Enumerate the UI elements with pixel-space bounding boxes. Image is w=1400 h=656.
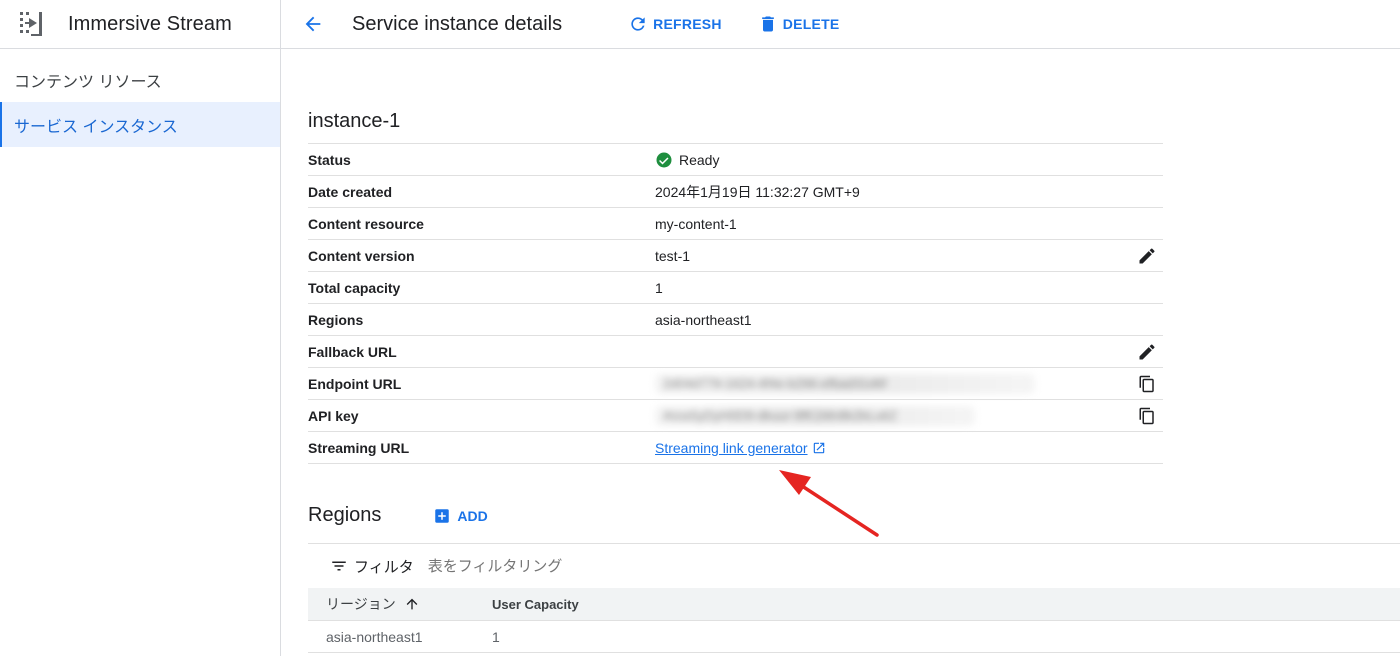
detail-label: Streaming URL — [308, 439, 410, 456]
endpoint-url-value: 2d04d779-1624-4f4e-b296-efbad31d6f — [655, 373, 1035, 394]
pencil-icon — [1139, 248, 1155, 264]
detail-label: Content resource — [308, 215, 424, 232]
detail-value: asia-northeast1 — [655, 311, 752, 328]
detail-row-content-version: Content version test-1 — [308, 240, 1163, 272]
regions-header: Regions ADD — [308, 504, 488, 527]
top-bar: Service instance details REFRESH DELETE — [281, 0, 1400, 49]
table-row[interactable]: asia-northeast1 1 — [308, 621, 1400, 653]
back-button[interactable] — [293, 4, 333, 44]
refresh-icon — [631, 17, 645, 31]
filter-input[interactable] — [427, 557, 728, 575]
detail-row-content-resource: Content resource my-content-1 — [308, 208, 1163, 240]
copy-icon — [1139, 407, 1154, 425]
streaming-link-generator-link[interactable]: Streaming link generator — [655, 440, 826, 456]
detail-label: Regions — [308, 311, 364, 328]
filter-bar: フィルタ — [308, 543, 1400, 588]
arrow-up-sort-icon[interactable] — [404, 596, 420, 612]
copy-icon — [1139, 375, 1154, 393]
detail-label: Content version — [308, 247, 415, 264]
add-box-icon — [435, 508, 450, 523]
status-value: Ready — [655, 151, 719, 169]
pencil-icon — [1139, 344, 1155, 360]
streaming-link-label: Streaming link generator — [655, 439, 808, 456]
sidebar-item-label: コンテンツ リソース — [14, 73, 162, 91]
status-text: Ready — [679, 151, 720, 168]
edit-fallback-url-button[interactable] — [1137, 342, 1157, 362]
filter-list-icon[interactable] — [330, 557, 348, 575]
sidebar-header: Immersive Stream — [0, 0, 280, 49]
detail-label: Total capacity — [308, 279, 401, 296]
app-title: Immersive Stream — [68, 12, 232, 35]
delete-button[interactable]: DELETE — [758, 14, 840, 34]
sidebar-item-content-resources[interactable]: コンテンツ リソース — [0, 57, 280, 102]
refresh-label: REFRESH — [653, 16, 722, 32]
capacity-cell: 1 — [492, 628, 500, 645]
instance-name: instance-1 — [308, 110, 401, 132]
main-content: instance-1 Status Ready Date created 202… — [281, 50, 1400, 656]
detail-value: my-content-1 — [655, 215, 737, 232]
add-region-button[interactable]: ADD — [433, 507, 488, 525]
regions-table: リージョン User Capacity asia-northeast1 1 — [308, 588, 1400, 653]
detail-label: API key — [308, 407, 359, 424]
detail-value: 2024年1月19日 11:32:27 GMT+9 — [655, 183, 860, 200]
detail-row-status: Status Ready — [308, 144, 1163, 176]
sidebar: Immersive Stream コンテンツ リソース サービス インスタンス — [0, 0, 281, 656]
trash-icon — [761, 16, 774, 32]
detail-row-streaming-url: Streaming URL Streaming link generator — [308, 432, 1163, 464]
column-label: リージョン — [326, 596, 396, 612]
detail-row-regions: Regions asia-northeast1 — [308, 304, 1163, 336]
sidebar-item-label: サービス インスタンス — [14, 118, 178, 136]
detail-row-date-created: Date created 2024年1月19日 11:32:27 GMT+9 — [308, 176, 1163, 208]
detail-value: test-1 — [655, 247, 691, 264]
detail-row-endpoint-url: Endpoint URL 2d04d779-1624-4f4e-b296-efb… — [308, 368, 1163, 400]
copy-endpoint-url-button[interactable] — [1137, 374, 1157, 394]
open-in-new-icon — [813, 442, 824, 453]
detail-label: Date created — [308, 183, 393, 200]
api-key-value: AIzaSyDyH0D9-dkuur-9fK1Mn8k2bLu6Z — [655, 405, 975, 426]
detail-row-api-key: API key AIzaSyDyH0D9-dkuur-9fK1Mn8k2bLu6… — [308, 400, 1163, 432]
table-header: リージョン User Capacity — [308, 588, 1400, 621]
copy-api-key-button[interactable] — [1137, 406, 1157, 426]
detail-value: 1 — [655, 279, 663, 296]
details-table: Status Ready Date created 2024年1月19日 11:… — [308, 143, 1163, 464]
column-header-user-capacity[interactable]: User Capacity — [492, 597, 579, 612]
detail-label: Status — [308, 151, 351, 168]
delete-label: DELETE — [782, 16, 840, 32]
sidebar-item-service-instances[interactable]: サービス インスタンス — [0, 102, 280, 147]
detail-row-total-capacity: Total capacity 1 — [308, 272, 1163, 304]
regions-title: Regions — [308, 504, 382, 526]
add-label: ADD — [457, 507, 488, 524]
detail-row-fallback-url: Fallback URL — [308, 336, 1163, 368]
immersive-stream-logo-icon — [16, 8, 48, 40]
detail-label: Endpoint URL — [308, 375, 402, 392]
region-cell: asia-northeast1 — [326, 628, 423, 645]
page-title: Service instance details — [352, 12, 563, 35]
arrow-back-icon — [305, 16, 321, 32]
edit-content-version-button[interactable] — [1137, 246, 1157, 266]
column-header-region[interactable]: リージョン — [308, 594, 492, 614]
refresh-button[interactable]: REFRESH — [628, 14, 722, 34]
filter-label: フィルタ — [354, 558, 414, 576]
check-circle-icon — [656, 152, 672, 167]
detail-label: Fallback URL — [308, 343, 397, 360]
